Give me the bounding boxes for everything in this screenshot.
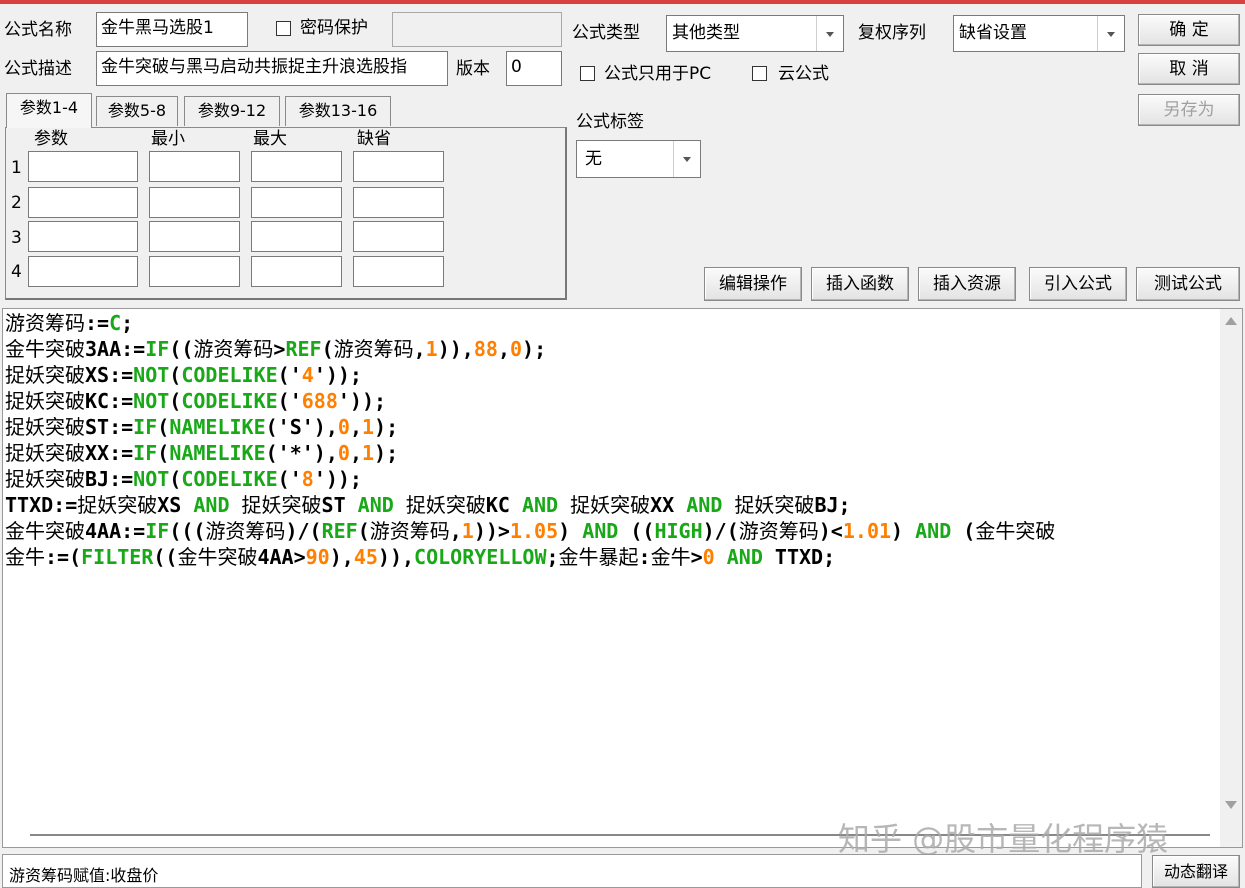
formula-name-input[interactable]: 金牛黑马选股1	[96, 12, 248, 47]
vertical-scrollbar[interactable]	[1220, 309, 1242, 847]
rights-value: 缺省设置	[959, 23, 1027, 43]
formula-tag-value: 无	[585, 149, 602, 169]
cloud-label: 云公式	[778, 64, 829, 84]
param-max-input[interactable]	[251, 221, 342, 252]
param-header-default: 缺省	[357, 129, 391, 149]
param-name-input[interactable]	[28, 187, 138, 218]
formula-desc-input[interactable]: 金牛突破与黑马启动共振捉主升浪选股指	[96, 51, 448, 86]
rights-select[interactable]: 缺省设置	[953, 15, 1125, 52]
formula-type-select[interactable]: 其他类型	[666, 15, 844, 52]
save-as-button[interactable]: 另存为	[1138, 94, 1240, 126]
formula-tag-select[interactable]: 无	[576, 140, 701, 178]
code-line-3: 捉妖突破XS:=NOT(CODELIKE('4'));	[5, 363, 362, 387]
pc-only-checkbox[interactable]	[580, 66, 595, 81]
cloud-checkbox[interactable]	[752, 66, 767, 81]
param-default-input[interactable]	[353, 256, 444, 287]
dynamic-translate-button[interactable]: 动态翻译	[1152, 855, 1240, 888]
chevron-down-icon[interactable]	[816, 16, 843, 51]
param-default-input[interactable]	[353, 221, 444, 252]
pc-only-label: 公式只用于PC	[604, 64, 712, 84]
rights-label: 复权序列	[858, 23, 926, 43]
formula-type-value: 其他类型	[672, 23, 740, 43]
scroll-down-icon[interactable]	[1225, 801, 1237, 809]
param-min-input[interactable]	[149, 256, 240, 287]
param-header-name: 参数	[34, 129, 68, 149]
insert-resource-button[interactable]: 插入资源	[918, 267, 1016, 301]
param-max-input[interactable]	[251, 256, 342, 287]
param-row-index: 3	[11, 228, 22, 248]
code-line-1: 游资筹码:=C;	[5, 311, 134, 335]
version-label: 版本	[456, 59, 490, 79]
formula-name-label: 公式名称	[4, 20, 72, 40]
param-row-index: 2	[11, 193, 22, 213]
code-line-7: 捉妖突破BJ:=NOT(CODELIKE('8'));	[5, 467, 362, 491]
param-default-input[interactable]	[353, 187, 444, 218]
param-max-input[interactable]	[251, 187, 342, 218]
chevron-down-icon[interactable]	[1097, 16, 1124, 51]
code-line-6: 捉妖突破XX:=IF(NAMELIKE('*'),0,1);	[5, 441, 399, 465]
param-min-input[interactable]	[149, 187, 240, 218]
param-name-input[interactable]	[28, 221, 138, 252]
param-min-input[interactable]	[149, 151, 240, 182]
code-line-8: TTXD:=捉妖突破XS AND 捉妖突破ST AND 捉妖突破KC AND 捉…	[5, 493, 851, 517]
code-editor[interactable]: 游资筹码:=C; 金牛突破3AA:=IF((游资筹码>REF(游资筹码,1)),…	[2, 308, 1243, 848]
formula-desc-label: 公式描述	[4, 59, 72, 79]
password-label: 密码保护	[300, 18, 368, 38]
import-formula-button[interactable]: 引入公式	[1029, 267, 1127, 301]
param-min-input[interactable]	[149, 221, 240, 252]
chevron-down-icon[interactable]	[673, 141, 700, 177]
tab-params-9-12[interactable]: 参数9-12	[184, 96, 280, 126]
edit-ops-button[interactable]: 编辑操作	[704, 267, 802, 301]
param-row-index: 4	[11, 262, 22, 282]
param-header-min: 最小	[151, 129, 185, 149]
code-line-5: 捉妖突破ST:=IF(NAMELIKE('S'),0,1);	[5, 415, 399, 439]
param-name-input[interactable]	[28, 256, 138, 287]
scroll-up-icon[interactable]	[1225, 317, 1237, 325]
test-formula-button[interactable]: 测试公式	[1136, 267, 1240, 301]
formula-type-label: 公式类型	[572, 23, 640, 43]
param-name-input[interactable]	[28, 151, 138, 182]
password-checkbox[interactable]	[276, 21, 291, 36]
cancel-button[interactable]: 取 消	[1138, 53, 1240, 85]
code-line-4: 捉妖突破KC:=NOT(CODELIKE('688'));	[5, 389, 387, 413]
ok-button[interactable]: 确 定	[1138, 14, 1240, 46]
code-line-9: 金牛突破4AA:=IF(((游资筹码)/(REF(游资筹码,1))>1.05) …	[5, 519, 1056, 543]
formula-tag-label: 公式标签	[576, 112, 644, 132]
param-default-input[interactable]	[353, 151, 444, 182]
title-accent-bar	[0, 0, 1245, 4]
version-input[interactable]: 0	[506, 51, 562, 86]
tab-params-5-8[interactable]: 参数5-8	[96, 96, 178, 126]
param-header-max: 最大	[253, 129, 287, 149]
param-row-index: 1	[11, 158, 22, 178]
password-input[interactable]	[392, 12, 562, 47]
translation-status: 游资筹码赋值:收盘价	[2, 854, 1142, 888]
tab-params-13-16[interactable]: 参数13-16	[285, 96, 391, 126]
param-max-input[interactable]	[251, 151, 342, 182]
status-text: 游资筹码赋值:收盘价	[9, 866, 159, 885]
insert-function-button[interactable]: 插入函数	[811, 267, 909, 301]
code-line-10: 金牛:=(FILTER((金牛突破4AA>90),45)),COLORYELLO…	[5, 545, 836, 569]
code-line-2: 金牛突破3AA:=IF((游资筹码>REF(游资筹码,1)),88,0);	[5, 337, 547, 361]
tab-params-1-4[interactable]: 参数1-4	[6, 93, 92, 128]
